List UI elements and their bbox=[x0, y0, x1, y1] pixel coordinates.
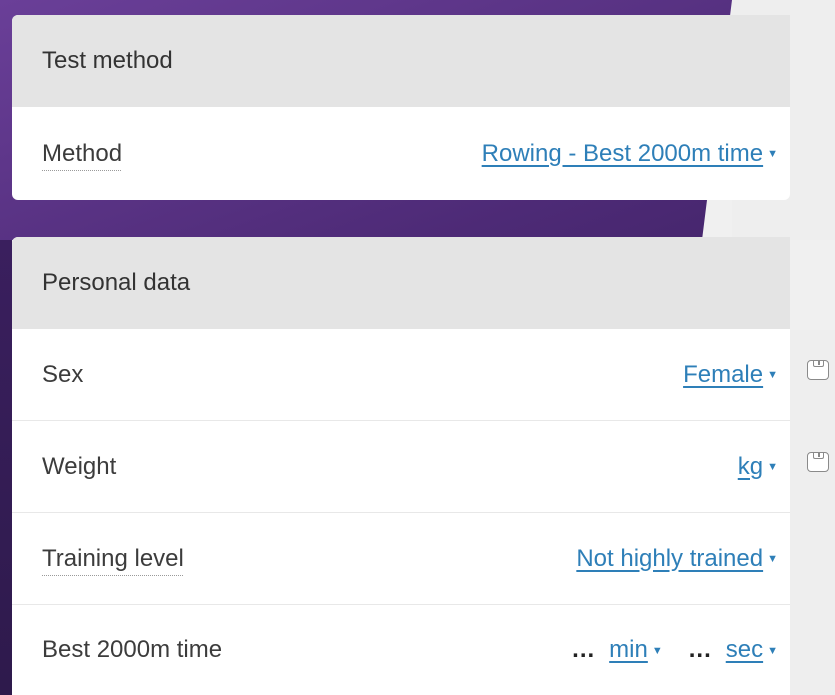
seconds-group: ... sec ▼ bbox=[689, 636, 778, 664]
seconds-unit-select[interactable]: sec ▼ bbox=[726, 636, 778, 664]
caret-down-icon: ▼ bbox=[767, 553, 778, 566]
sex-row: Sex Female ▼ bbox=[12, 329, 790, 421]
training-row: Training level Not highly trained ▼ bbox=[12, 513, 790, 605]
minutes-unit-value: min bbox=[609, 636, 648, 663]
sex-select[interactable]: Female ▼ bbox=[683, 361, 778, 389]
save-weight-icon[interactable] bbox=[807, 452, 829, 472]
minutes-unit-select[interactable]: min ▼ bbox=[609, 636, 663, 664]
training-select[interactable]: Not highly trained ▼ bbox=[576, 545, 778, 573]
seconds-unit-value: sec bbox=[725, 636, 764, 663]
test-method-header: Test method bbox=[12, 15, 790, 107]
method-select-value: Rowing - Best 2000m time bbox=[481, 139, 764, 167]
method-label: Method bbox=[42, 139, 123, 167]
caret-down-icon: ▼ bbox=[651, 644, 663, 657]
caret-down-icon: ▼ bbox=[767, 148, 778, 161]
background-purple-edge bbox=[0, 240, 12, 695]
method-select[interactable]: Rowing - Best 2000m time ▼ bbox=[482, 140, 778, 168]
seconds-input[interactable]: ... bbox=[689, 636, 712, 664]
time-label: Best 2000m time bbox=[42, 636, 223, 663]
weight-unit-select[interactable]: kg ▼ bbox=[738, 453, 778, 481]
weight-row: Weight kg ▼ bbox=[12, 421, 790, 513]
save-sex-icon[interactable] bbox=[807, 360, 829, 380]
personal-data-panel: Personal data Sex Female ▼ Weight kg ▼ Tra… bbox=[12, 237, 790, 695]
weight-label: Weight bbox=[42, 452, 117, 480]
test-method-panel: Test method Method Rowing - Best 2000m t… bbox=[12, 15, 790, 200]
personal-data-header: Personal data bbox=[12, 237, 790, 329]
training-select-value: Not highly trained bbox=[576, 544, 764, 572]
sex-select-value: Female bbox=[683, 360, 764, 388]
weight-unit-value: kg bbox=[737, 452, 764, 480]
sex-label: Sex bbox=[42, 360, 84, 388]
minutes-group: ... min ▼ bbox=[572, 636, 663, 664]
time-row: Best 2000m time ... min ▼ ... sec ▼ bbox=[12, 605, 790, 695]
training-label: Training level bbox=[42, 544, 184, 572]
caret-down-icon: ▼ bbox=[767, 461, 778, 474]
minutes-input[interactable]: ... bbox=[572, 636, 595, 664]
time-inputs: ... min ▼ ... sec ▼ bbox=[572, 636, 778, 664]
caret-down-icon: ▼ bbox=[767, 644, 778, 657]
method-row: Method Rowing - Best 2000m time ▼ bbox=[12, 107, 790, 200]
side-actions bbox=[790, 330, 835, 695]
caret-down-icon: ▼ bbox=[767, 369, 778, 382]
